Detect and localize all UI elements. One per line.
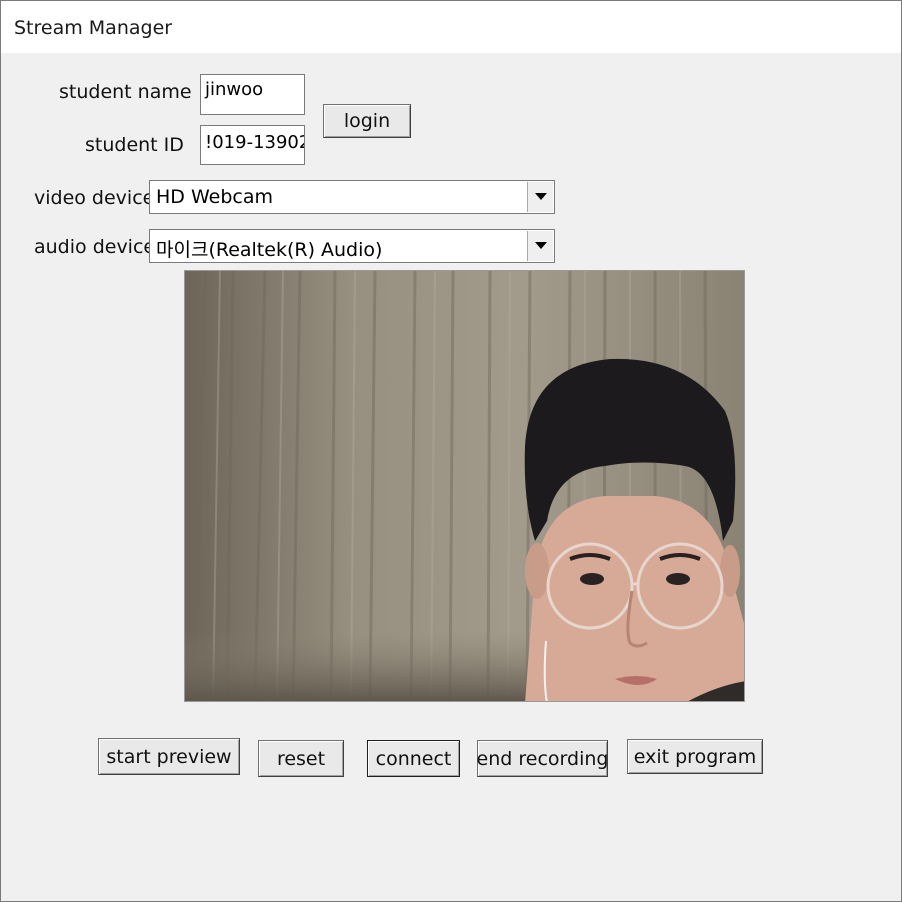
student-id-label: student ID (85, 134, 184, 156)
exit-program-button[interactable]: exit program (627, 739, 763, 774)
video-device-dropdown-button[interactable] (527, 182, 553, 212)
webcam-frame (185, 271, 744, 701)
audio-device-dropdown-button[interactable] (527, 231, 553, 261)
login-button[interactable]: login (323, 104, 411, 138)
video-device-label: video device (34, 187, 155, 209)
student-id-value: !019-13902 (205, 132, 305, 153)
video-preview (184, 270, 745, 702)
chevron-down-icon (535, 193, 547, 200)
app-window: Stream Manager student name jinwoo stude… (0, 0, 902, 902)
chevron-down-icon (535, 242, 547, 249)
window-title: Stream Manager (14, 17, 173, 39)
video-device-value: HD Webcam (156, 186, 273, 208)
audio-device-value: 마이크(Realtek(R) Audio) (156, 239, 383, 261)
student-id-field[interactable]: !019-13902 (200, 125, 305, 165)
connect-button[interactable]: connect (367, 740, 460, 777)
student-name-value: jinwoo (205, 79, 264, 100)
student-name-field[interactable]: jinwoo (200, 74, 305, 115)
start-preview-button[interactable]: start preview (98, 738, 240, 775)
title-bar: Stream Manager (1, 1, 901, 53)
video-device-select[interactable]: HD Webcam (149, 180, 555, 214)
reset-button[interactable]: reset (258, 740, 344, 777)
audio-device-label: audio device (34, 236, 156, 258)
end-recording-button[interactable]: end recording (477, 740, 608, 777)
audio-device-select[interactable]: 마이크(Realtek(R) Audio) (149, 229, 555, 263)
student-name-label: student name (59, 81, 192, 103)
